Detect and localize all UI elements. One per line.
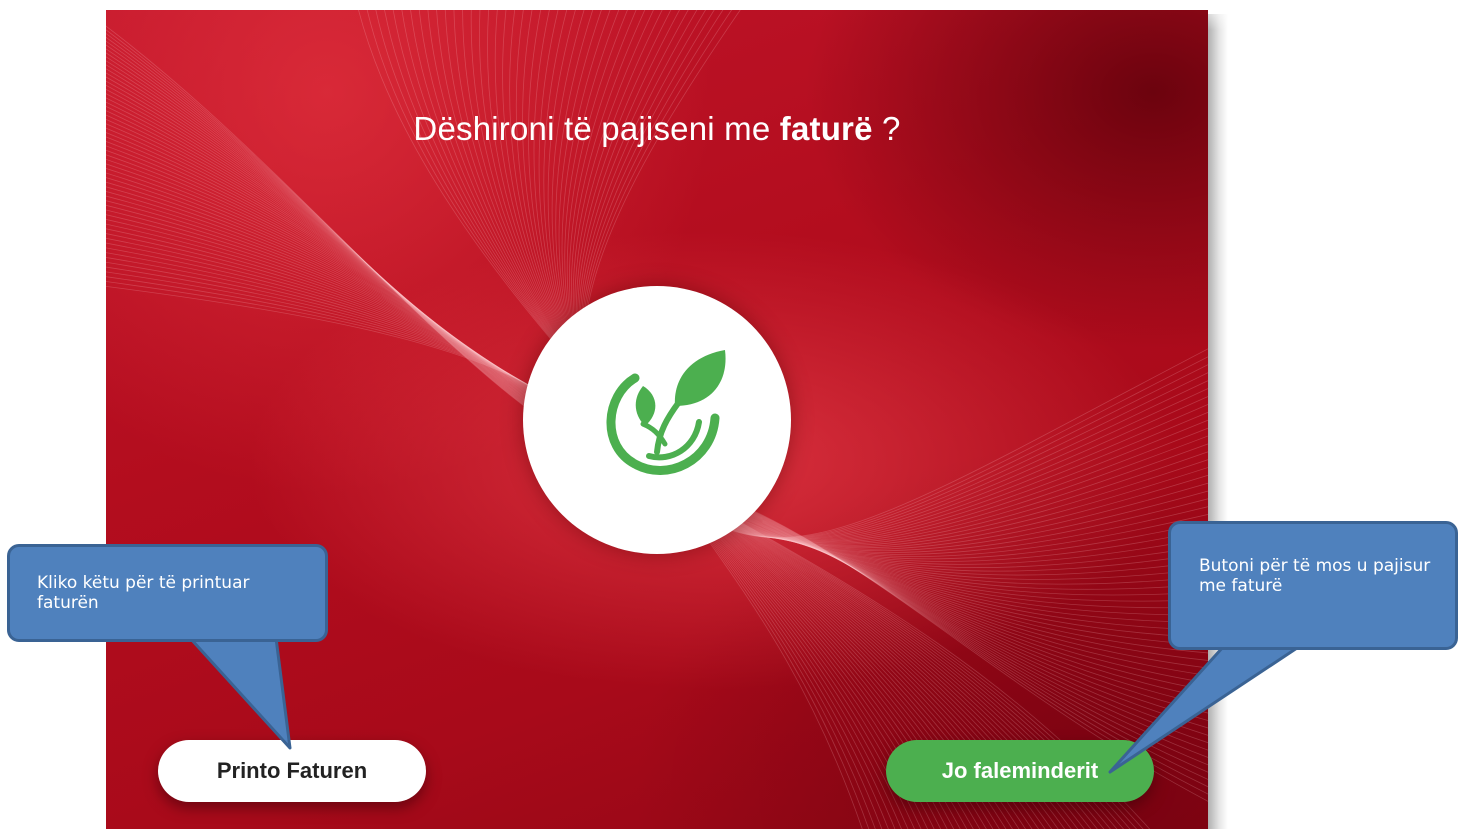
tutorial-screenshot: Dëshironi të pajiseni me faturë ? Printo… xyxy=(0,0,1466,829)
question-text: Dëshironi të pajiseni me xyxy=(413,110,780,147)
no-thanks-button[interactable]: Jo faleminderit xyxy=(886,740,1154,802)
panel-shadow-fade xyxy=(1206,0,1228,30)
panel-shadow xyxy=(1206,14,1228,829)
invoice-question: Dëshironi të pajiseni me faturë ? xyxy=(106,110,1208,148)
invoice-prompt-screen: Dëshironi të pajiseni me faturë ? Printo… xyxy=(106,10,1208,829)
callout-print-text: Kliko këtu për të printuar faturën xyxy=(37,573,250,613)
callout-print-hint: Kliko këtu për të printuar faturën xyxy=(7,544,328,642)
callout-no-thanks-hint: Butoni për të mos u pajisur me faturë xyxy=(1168,521,1458,650)
callout-no-thanks-text: Butoni për të mos u pajisur me faturë xyxy=(1199,556,1431,596)
logo-circle xyxy=(523,286,791,554)
question-mark: ? xyxy=(872,110,901,147)
leaf-swirl-icon xyxy=(606,350,726,475)
no-thanks-label: Jo faleminderit xyxy=(941,758,1099,783)
print-invoice-button[interactable]: Printo Faturen xyxy=(158,740,426,802)
question-keyword: faturë xyxy=(779,110,873,147)
print-invoice-label: Printo Faturen xyxy=(216,758,368,783)
